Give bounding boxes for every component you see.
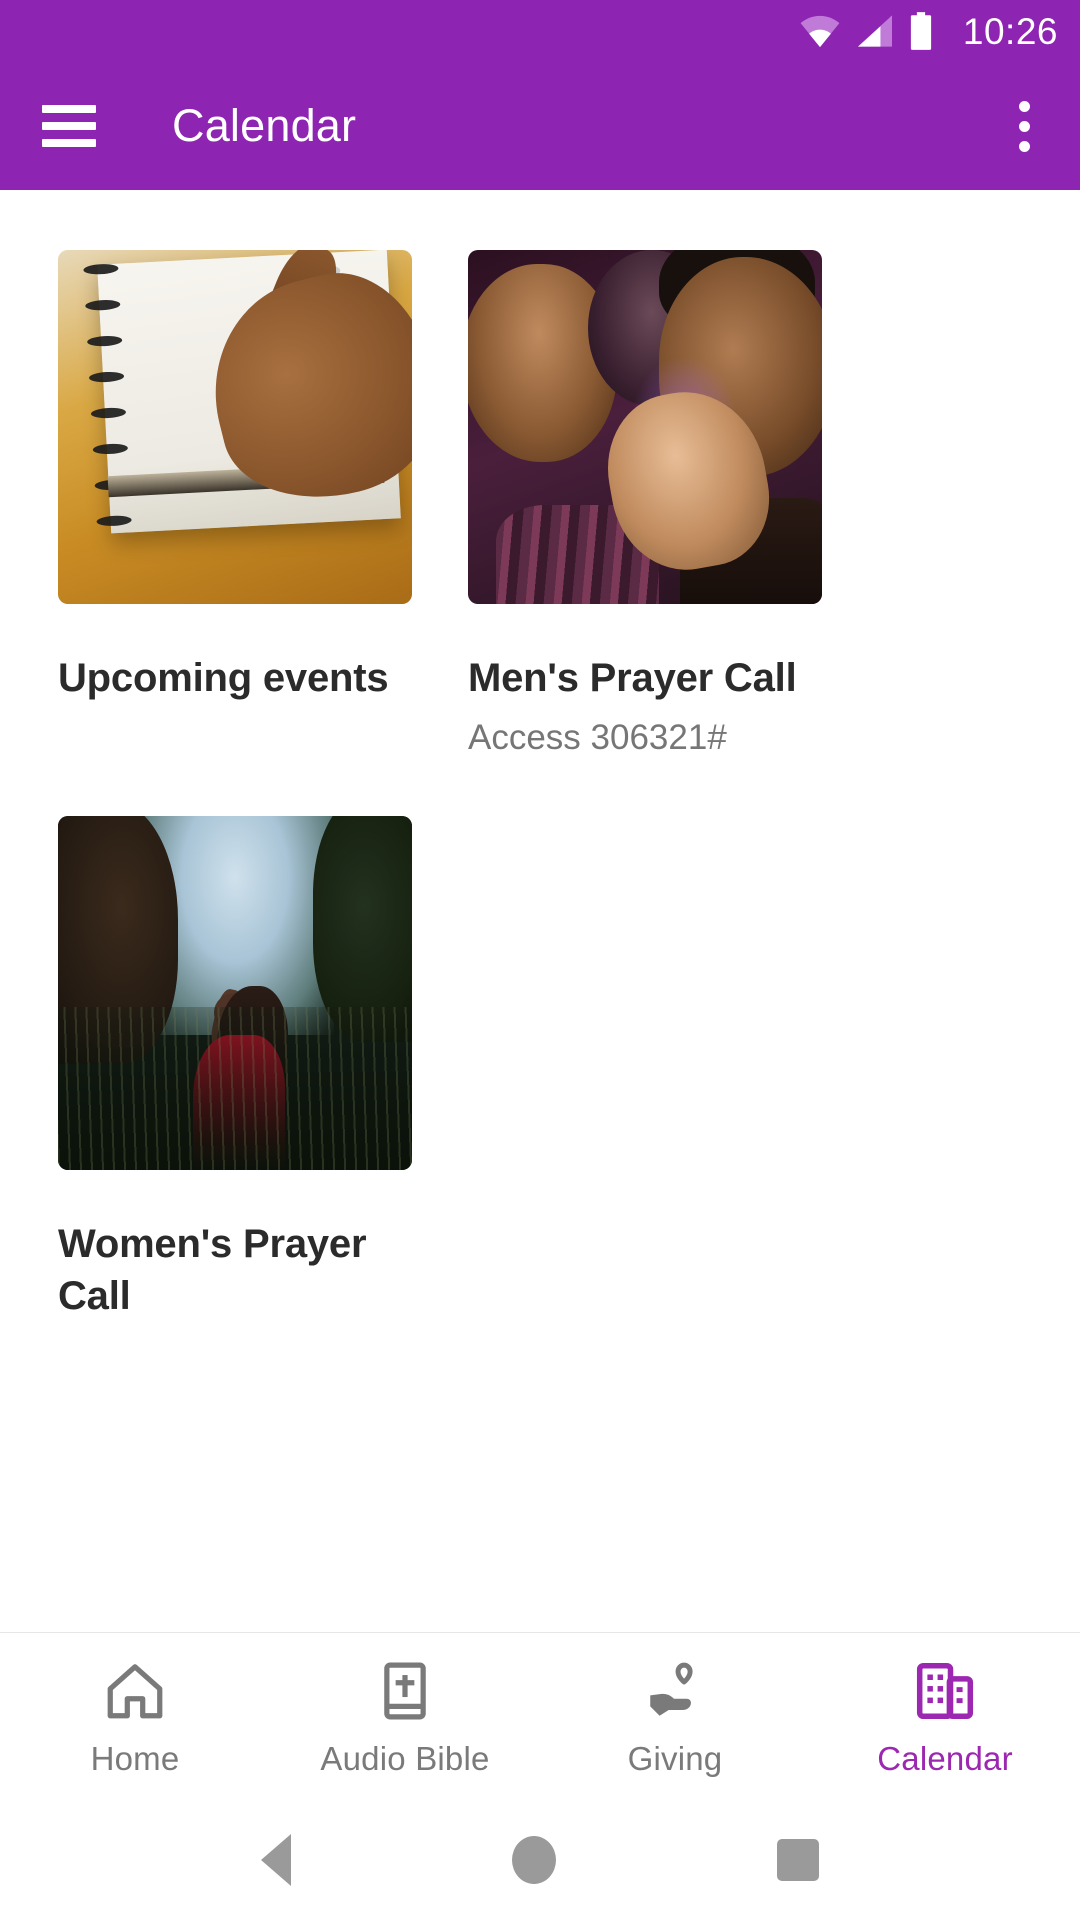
tab-audio-bible[interactable]: Audio Bible	[270, 1633, 540, 1800]
bible-book-icon	[384, 1662, 426, 1720]
tab-label: Giving	[627, 1740, 723, 1777]
tab-label: Calendar	[877, 1740, 1013, 1777]
event-card-womens-prayer-call[interactable]: Women's Prayer Call	[58, 815, 412, 1322]
page-title: Calendar	[172, 100, 357, 151]
app-bar: Calendar	[0, 62, 1080, 190]
status-bar: 10:26	[0, 0, 1080, 62]
card-thumbnail[interactable]	[58, 250, 412, 604]
tab-home[interactable]: Home	[0, 1633, 270, 1800]
recents-square-icon[interactable]	[777, 1839, 820, 1881]
card-title: Men's Prayer Call	[468, 656, 797, 700]
status-bar-clock: 10:26	[962, 10, 1058, 52]
content-area: Upcoming events Men's Prayer Call Access…	[0, 190, 1080, 1632]
event-card-upcoming-events[interactable]: Upcoming events	[58, 250, 412, 816]
event-card-grid: Upcoming events Men's Prayer Call Access…	[58, 250, 1022, 1322]
card-thumbnail[interactable]	[468, 250, 822, 604]
woman-praying-image	[58, 815, 412, 1170]
cellular-signal-icon	[857, 15, 892, 47]
building-icon	[916, 1662, 974, 1720]
overflow-menu-icon[interactable]	[996, 90, 1052, 162]
tab-giving[interactable]: Giving	[540, 1633, 810, 1800]
tab-label: Home	[90, 1740, 180, 1777]
event-card-mens-prayer-call[interactable]: Men's Prayer Call Access 306321#	[468, 250, 822, 816]
battery-icon	[910, 12, 932, 50]
bottom-tab-bar: Home Audio Bible Giving Calendar	[0, 1632, 1080, 1800]
home-icon	[107, 1664, 163, 1719]
hamburger-menu-icon[interactable]	[42, 105, 96, 147]
card-title: Upcoming events	[58, 656, 389, 700]
men-praying-image	[468, 250, 822, 604]
status-bar-icons: 10:26	[799, 12, 1058, 50]
home-circle-icon[interactable]	[511, 1836, 556, 1884]
tab-label: Audio Bible	[320, 1740, 490, 1777]
hand-heart-icon	[650, 1662, 693, 1716]
card-thumbnail[interactable]	[58, 815, 412, 1170]
card-subtitle: Access 306321#	[468, 718, 727, 757]
tab-calendar[interactable]: Calendar	[810, 1633, 1080, 1800]
card-title: Women's Prayer Call	[58, 1221, 367, 1318]
android-system-nav	[0, 1800, 1080, 1920]
app-root: 10:26 Calendar Upcoming events Men's Pra…	[0, 0, 1080, 1920]
notebook-image	[58, 250, 412, 604]
back-triangle-icon[interactable]	[260, 1834, 291, 1886]
wifi-icon	[800, 15, 840, 48]
